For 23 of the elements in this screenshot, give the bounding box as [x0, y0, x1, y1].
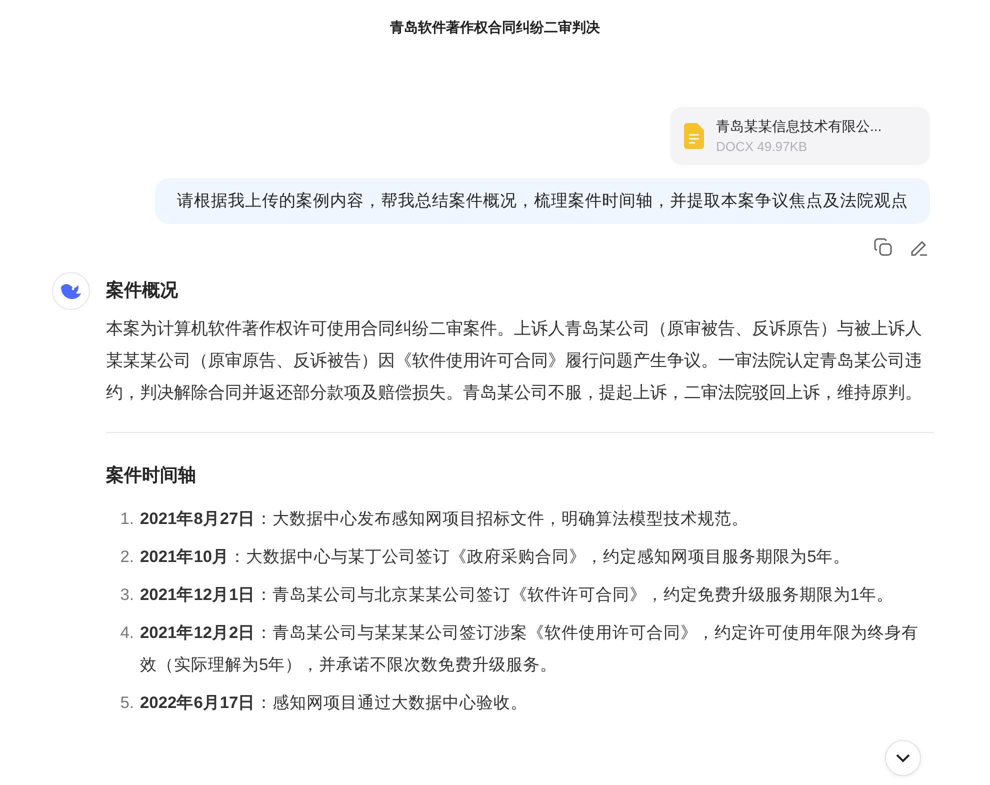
file-name: 青岛某某信息技术有限公... — [716, 118, 882, 136]
summary-paragraph: 本案为计算机软件著作权许可使用合同纠纷二审案件。上诉人青岛某公司（原审被告、反诉原告）与被上诉人某某某公司（原审原告、反诉被告）因《软件使用许可合同》履行问题产生争议。一审法院认定青岛某公司违约，判决解除合同并返还部分款项及赔偿损失。青岛某公司不服，提起上诉，二审法院驳回上诉，维持原判。 — [106, 317, 923, 404]
scroll-down-button[interactable] — [885, 740, 921, 776]
section-heading: 案件概况 — [106, 279, 179, 302]
list-number: 1. — [119, 509, 134, 530]
timeline-item: 2021年8月27日：大数据中心发布感知网项目招标文件，明确算法模型技术规范。 — [140, 509, 748, 530]
list-number: 4. — [119, 623, 134, 644]
document-icon — [684, 123, 704, 149]
section-heading: 案件时间轴 — [106, 464, 197, 487]
timeline-item: 2021年10月：大数据中心与某丁公司签订《政府采购合同》，约定感知网项目服务期限为5年。 — [140, 547, 850, 568]
list-number: 2. — [119, 547, 134, 568]
file-attachment[interactable]: 青岛某某信息技术有限公... DOCX 49.97KB — [670, 107, 930, 165]
chevron-down-icon — [895, 753, 911, 763]
user-message: 请根据我上传的案例内容，帮我总结案件概况，梳理案件时间轴，并提取本案争议焦点及法院观点 — [155, 178, 930, 224]
timeline-item: 2021年12月2日：青岛某公司与某某某公司签订涉案《软件使用许可合同》，约定许可使用年限为终身有效（实际理解为5年），并承诺不限次数免费升级服务。 — [140, 623, 920, 676]
timeline-item: 2022年6月17日：感知网项目通过大数据中心验收。 — [140, 693, 528, 714]
timeline-item: 2021年12月1日：青岛某公司与北京某某公司签订《软件许可合同》，约定免费升级服务期限为1年。 — [140, 585, 894, 606]
list-number: 3. — [119, 585, 134, 606]
copy-icon[interactable] — [872, 236, 894, 258]
list-number: 5. — [119, 693, 134, 714]
window-title: 青岛软件著作权合同纠纷二审判决 — [389, 18, 601, 37]
assistant-avatar — [52, 272, 90, 310]
file-meta: DOCX 49.97KB — [716, 139, 808, 154]
